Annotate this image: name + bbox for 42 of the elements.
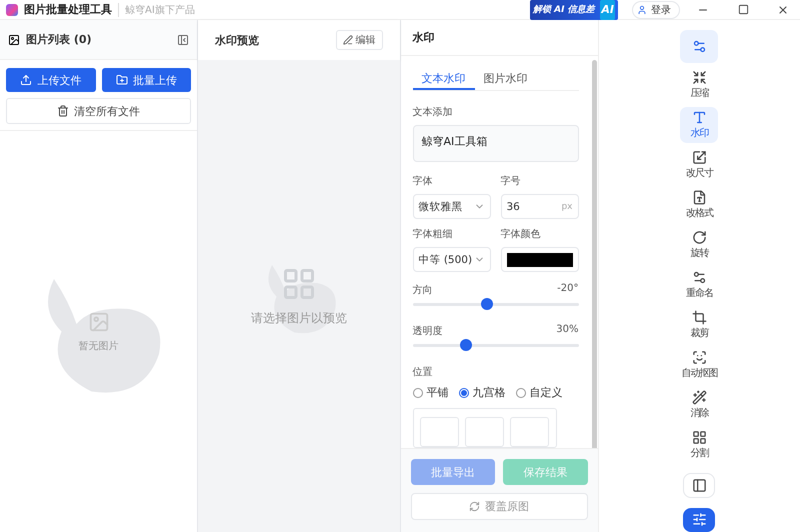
promo-banner[interactable]: 解锁 AI 信息差 AI (530, 0, 618, 20)
tool-item[interactable]: 裁剪 (680, 307, 718, 343)
upload-button[interactable]: 上传文件 (6, 68, 96, 92)
slider-value: -20° (557, 283, 578, 296)
font-label: 字体 (412, 174, 434, 188)
tool-item[interactable]: 改格式 (680, 187, 718, 223)
image-list-title: 图片列表 (0) (26, 32, 93, 47)
slider-label: 透明度 (412, 324, 442, 338)
tool-item[interactable]: 自动抠图 (680, 347, 718, 383)
tool-item[interactable]: 消除 (680, 387, 718, 423)
login-button[interactable]: 登录 (632, 0, 680, 18)
weight-label: 字体粗细 (412, 228, 454, 242)
app-title: 图片批量处理工具 (24, 2, 112, 17)
app-subtitle: 鲸穹AI旗下产品 (118, 2, 195, 16)
preview-empty-message: 请选择图片以预览 (250, 310, 347, 326)
text-label: 文本添加 (412, 106, 454, 119)
tool-item[interactable]: 分割 (680, 427, 718, 463)
tool-item[interactable]: 水印 (680, 107, 718, 143)
watermark-tab[interactable]: 文本水印 (412, 68, 474, 90)
slider-label: 方向 (412, 284, 432, 297)
position-radio[interactable]: 平铺 (412, 385, 448, 400)
watermark-panel-title: 水印 (400, 20, 598, 56)
font-weight-select[interactable]: 中等 (500) (412, 247, 490, 272)
tool-item[interactable]: 重命名 (680, 267, 718, 303)
edit-button[interactable]: 编辑 (336, 30, 382, 50)
watermark-text-input[interactable]: 鲸穹AI工具箱 (412, 125, 578, 162)
position-label: 位置 (412, 366, 434, 379)
slider-value: 30% (556, 324, 578, 337)
font-select[interactable]: 微软雅黑 (412, 194, 490, 220)
preview-title: 水印预览 (215, 32, 260, 48)
tool-item[interactable]: 旋转 (680, 227, 718, 263)
watermark-tab[interactable]: 图片水印 (474, 68, 536, 90)
position-radio[interactable]: 自定义 (516, 385, 562, 400)
clear-files-button[interactable]: 清空所有文件 (6, 98, 191, 124)
batch-upload-button[interactable]: 批量上传 (102, 68, 191, 92)
tool-item[interactable]: 压缩 (680, 67, 718, 103)
font-size-input[interactable]: 36 px (500, 194, 578, 220)
empty-message: 暂无图片 (78, 340, 118, 352)
tool-item[interactable]: 改尺寸 (680, 147, 718, 183)
color-label: 字体颜色 (500, 228, 542, 242)
position-radio[interactable]: 九宫格 (458, 385, 506, 400)
size-label: 字号 (500, 174, 522, 188)
